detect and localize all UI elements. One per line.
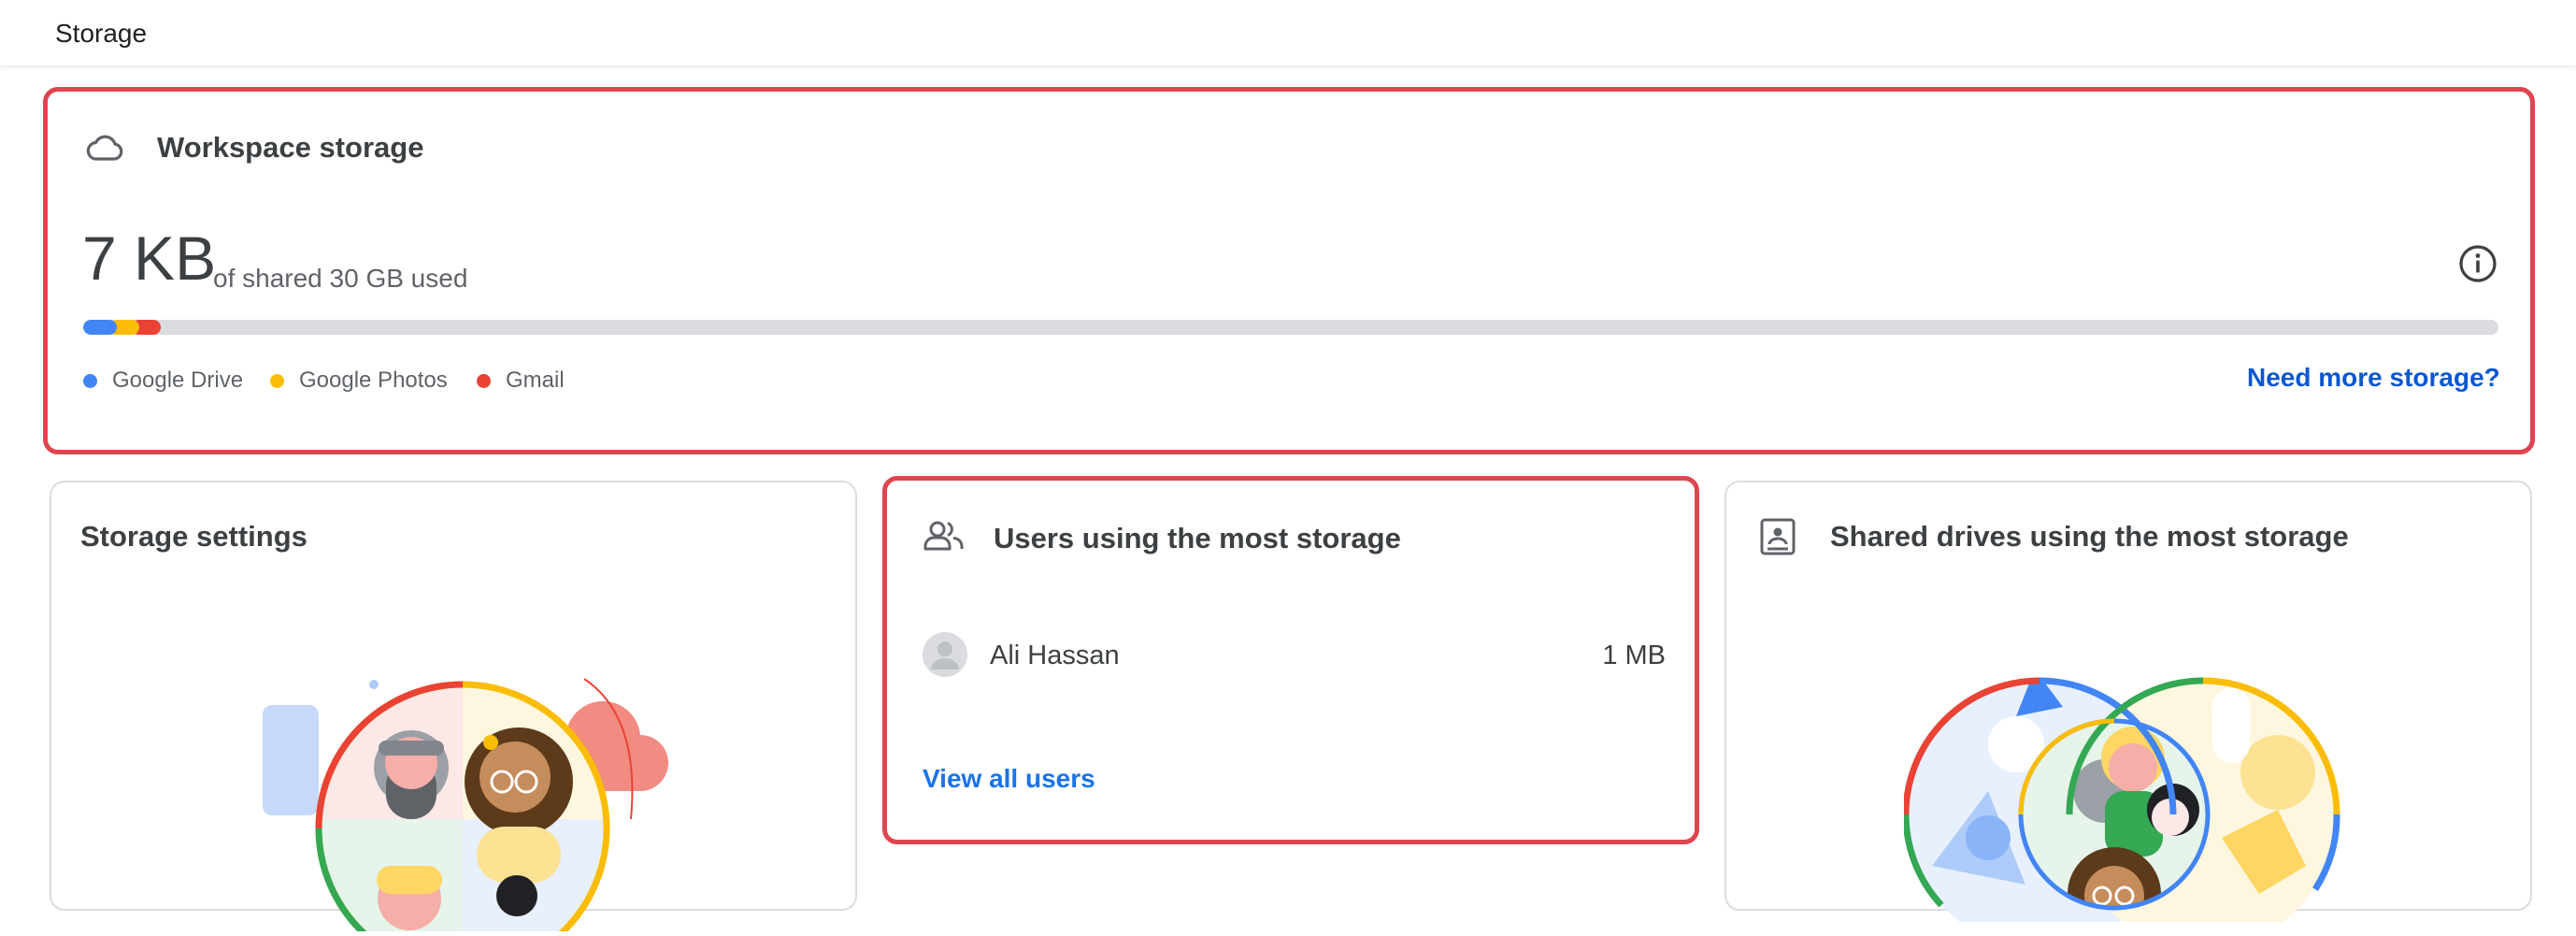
- legend-google-drive: Google Drive: [83, 367, 243, 394]
- user-storage-size: 1 MB: [1602, 641, 1666, 670]
- storage-total-label: of shared 30 GB used: [213, 264, 468, 293]
- legend-dot: [477, 373, 491, 388]
- shared-drive-icon: [1760, 518, 1796, 555]
- storage-usage-bar: [83, 320, 2498, 335]
- top-users-title: Users using the most storage: [994, 522, 1401, 554]
- info-icon[interactable]: [2458, 244, 2497, 283]
- storage-settings-title: Storage settings: [80, 520, 308, 553]
- legend-label: Google Drive: [112, 367, 244, 393]
- top-shared-drives-title: Shared drives using the most storage: [1830, 520, 2349, 553]
- page-title: Storage: [55, 19, 148, 48]
- usage-segment-google-drive: [83, 320, 118, 335]
- cloud-icon: [85, 134, 124, 162]
- legend-gmail: Gmail: [477, 367, 565, 394]
- workspace-storage-title: Workspace storage: [157, 131, 424, 164]
- user-name: Ali Hassan: [990, 641, 1120, 670]
- legend-google-photos: Google Photos: [270, 367, 448, 394]
- storage-settings-card[interactable]: Storage settings: [50, 481, 857, 936]
- workspace-storage-card: Workspace storage 7 KB of shared 30 GB u…: [43, 87, 2535, 454]
- user-row[interactable]: Ali Hassan 1 MB: [923, 630, 1666, 679]
- need-more-storage-link[interactable]: Need more storage?: [2247, 363, 2500, 393]
- legend-dot: [83, 373, 97, 388]
- legend-label: Gmail: [506, 367, 565, 393]
- legend-label: Google Photos: [299, 367, 448, 393]
- view-all-users-link[interactable]: View all users: [923, 764, 1095, 794]
- storage-settings-illustration: [238, 651, 687, 936]
- shared-drives-illustration: [1902, 651, 2343, 936]
- legend-dot: [270, 373, 284, 388]
- storage-used-value: 7 KB: [82, 223, 217, 293]
- avatar: [923, 632, 967, 677]
- people-icon: [923, 520, 966, 552]
- top-shared-drives-card[interactable]: Shared drives using the most storage: [1724, 481, 2532, 936]
- top-bar: Storage: [0, 0, 2576, 65]
- top-users-card: Users using the most storage Ali Hassan …: [882, 476, 1699, 844]
